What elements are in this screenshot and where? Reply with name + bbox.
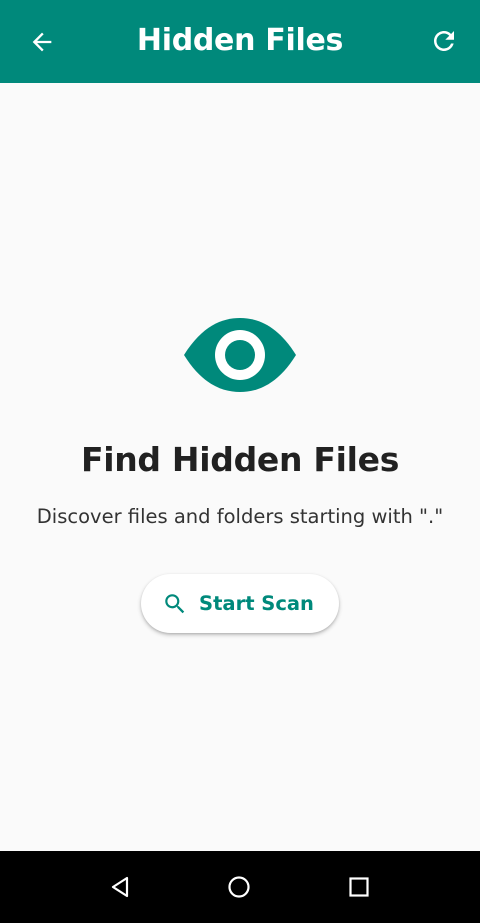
empty-state-subtitle: Discover files and folders starting with… bbox=[36, 505, 444, 528]
start-scan-button[interactable]: Start Scan bbox=[141, 574, 339, 633]
start-scan-label: Start Scan bbox=[199, 592, 314, 615]
nav-recents-square-icon bbox=[349, 877, 369, 897]
refresh-button[interactable] bbox=[424, 21, 464, 61]
nav-back-triangle-icon bbox=[111, 876, 129, 898]
nav-home-button[interactable] bbox=[217, 865, 261, 909]
nav-home-circle-icon bbox=[228, 876, 250, 898]
system-nav-bar bbox=[0, 851, 480, 923]
page-title: Hidden Files bbox=[136, 23, 344, 58]
app-bar: Hidden Files bbox=[0, 0, 480, 83]
nav-back-button[interactable] bbox=[98, 865, 142, 909]
empty-state-heading: Find Hidden Files bbox=[80, 440, 400, 479]
eye-icon bbox=[184, 318, 296, 392]
search-icon bbox=[162, 591, 188, 617]
nav-recents-button[interactable] bbox=[337, 865, 381, 909]
refresh-icon bbox=[434, 31, 454, 51]
